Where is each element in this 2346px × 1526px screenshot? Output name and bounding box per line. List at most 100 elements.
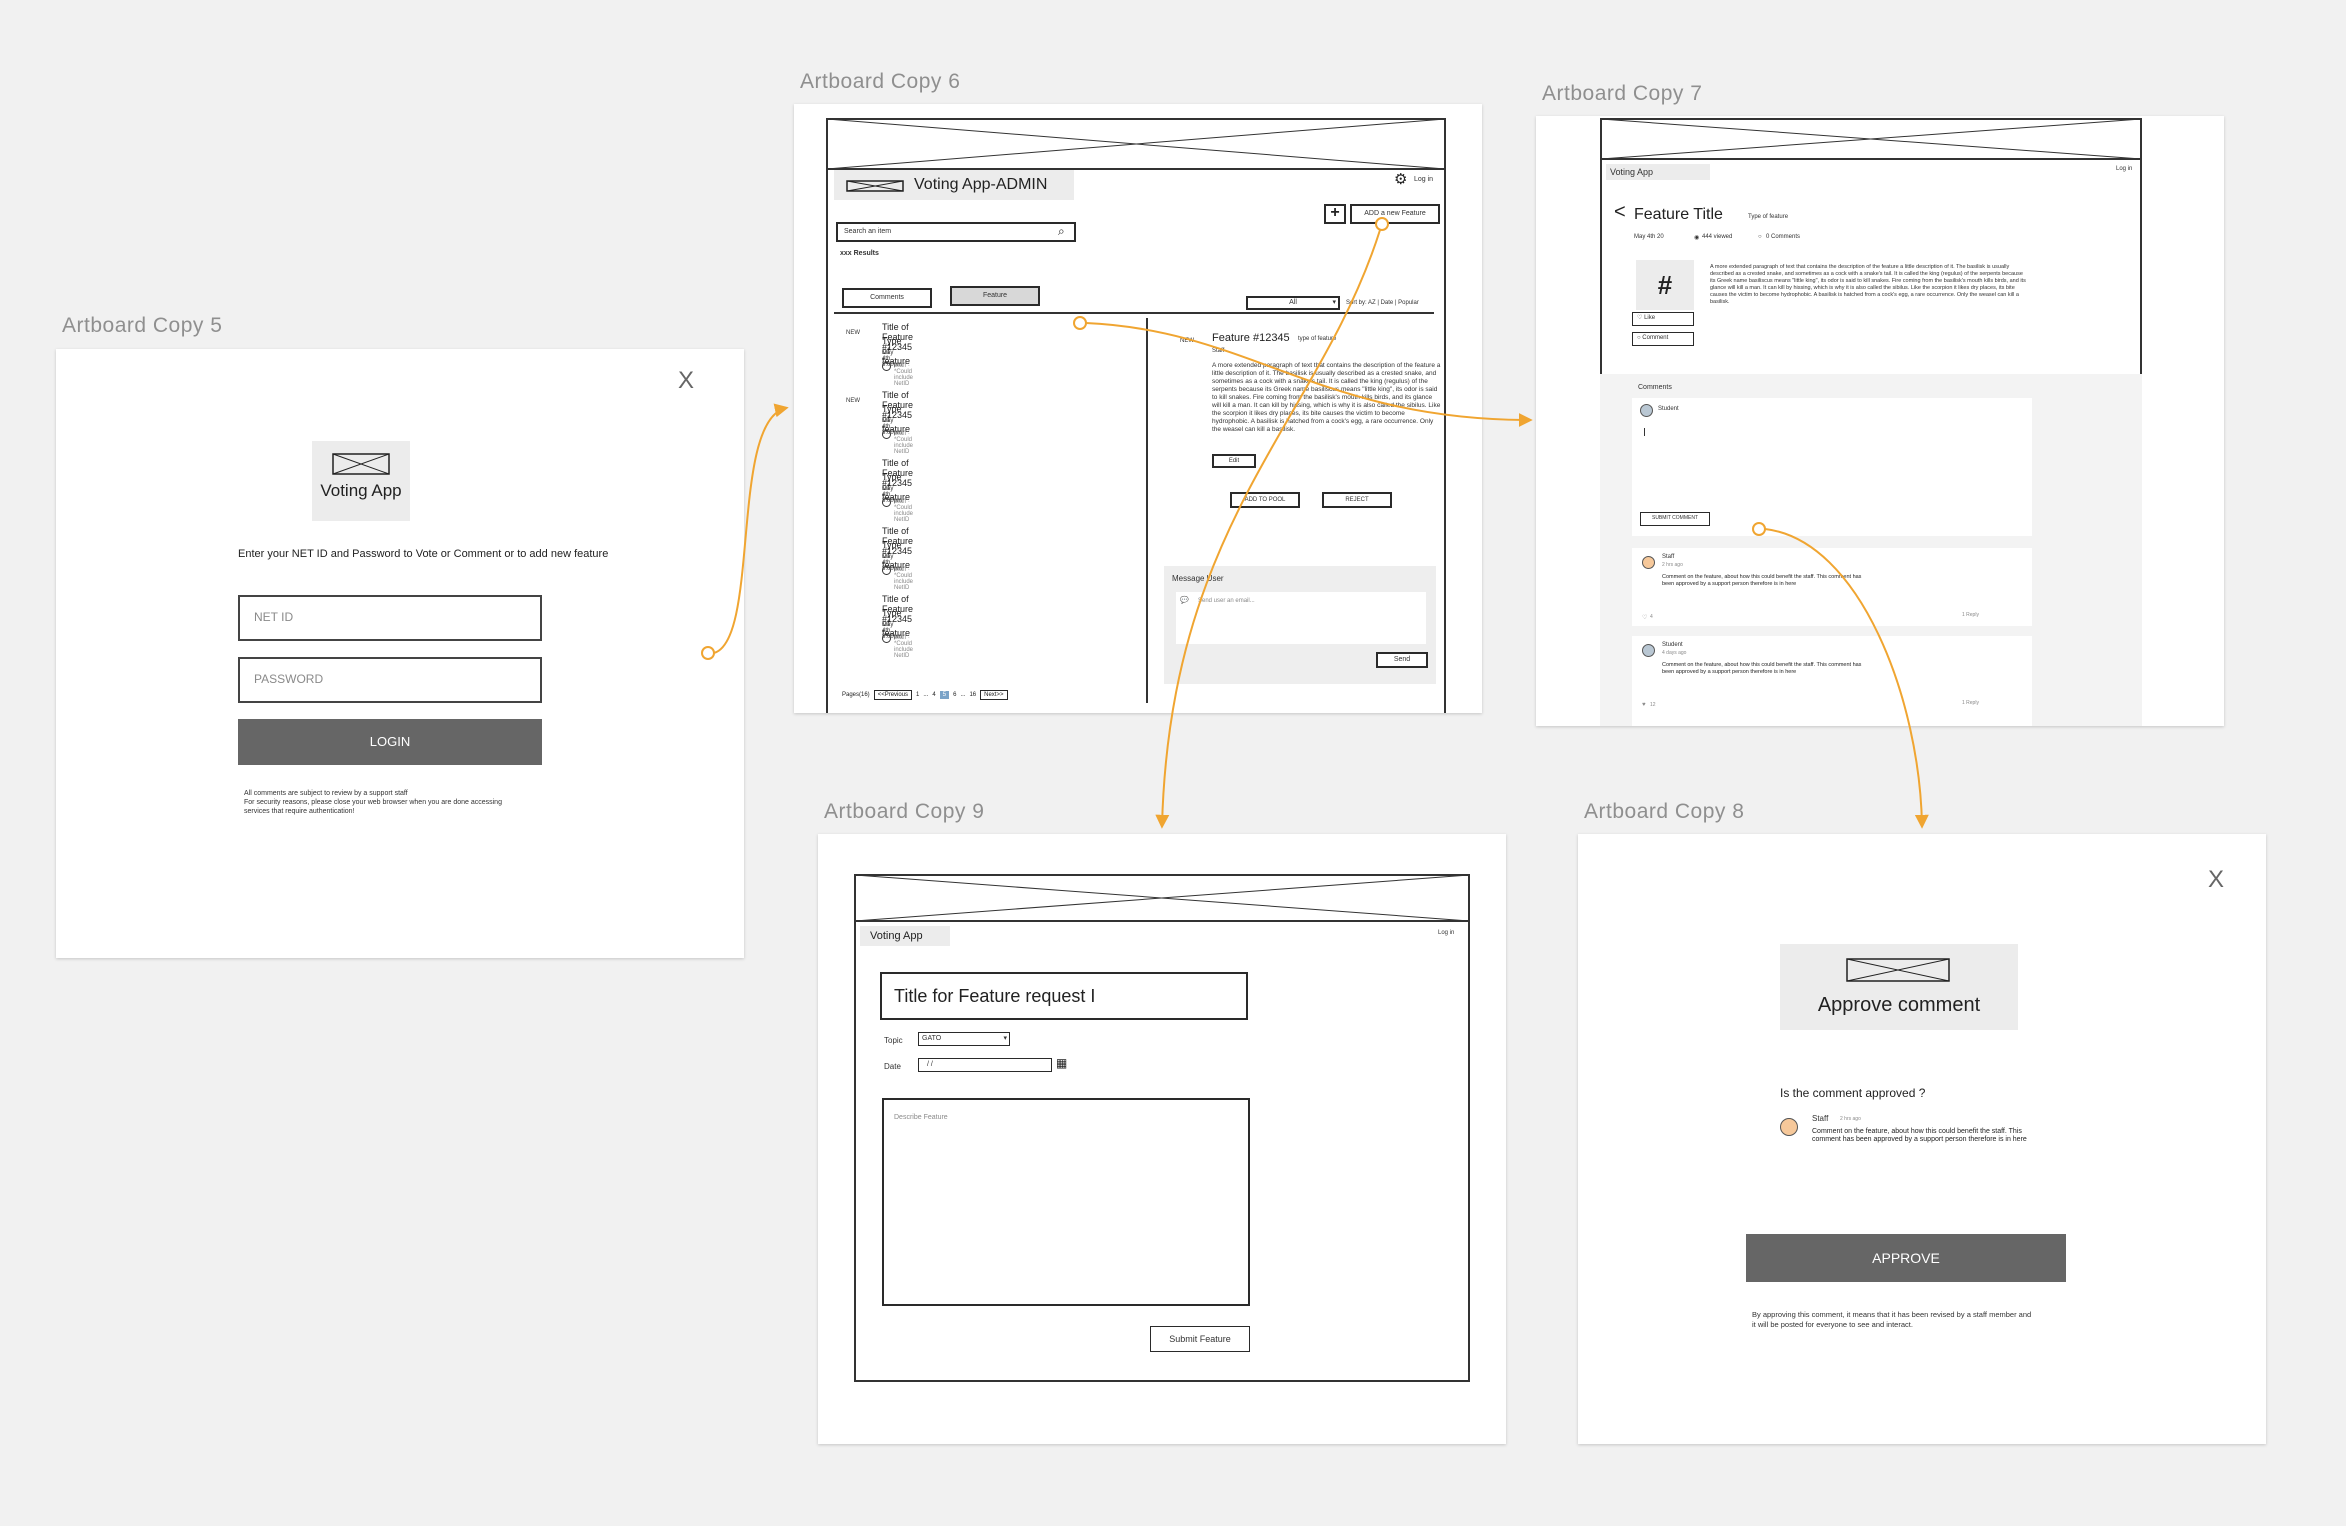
gear-icon[interactable]: ⚙ — [1394, 170, 1407, 188]
add-to-pool-button[interactable]: ADD TO POOL — [1230, 492, 1300, 508]
close-icon[interactable]: X — [2208, 866, 2224, 894]
item-meta: Staff · *Could include NetID — [894, 363, 914, 387]
artboard-title-copy8: Artboard Copy 8 — [1584, 800, 1745, 823]
feature-type: Type of feature — [1748, 214, 1789, 220]
comment-time: 2 hrs ago — [1662, 562, 1683, 568]
pagination: Pages(16) <<Previous 1 ... 4 5 6 ... 16 … — [842, 690, 1008, 700]
comment-text: Comment on the feature, about how this c… — [1662, 574, 1862, 587]
image-placeholder-icon — [332, 453, 390, 475]
plus-icon[interactable]: + — [1324, 204, 1346, 224]
next-button[interactable]: Next>> — [980, 690, 1008, 700]
topic-value: GATO — [922, 1035, 942, 1042]
message-user-heading: Message User — [1172, 574, 1224, 583]
comments-heading: Comments — [1638, 384, 1672, 391]
comment-time: 4 days ago — [1662, 650, 1687, 656]
search-icon[interactable]: ⌕ — [1058, 224, 1065, 239]
artboard-new-feature: Voting App Log in Title for Feature requ… — [818, 834, 1506, 1444]
app-title: Voting App — [860, 926, 950, 946]
submit-feature-button[interactable]: Submit Feature — [1150, 1326, 1250, 1352]
artboard-title-copy9: Artboard Copy 9 — [824, 800, 985, 823]
netid-field[interactable]: NET ID — [238, 595, 542, 641]
like-count: 12 — [1650, 702, 1656, 708]
message-input[interactable]: 💬 Send user an email... — [1176, 592, 1426, 644]
feature-list: NEW Title of Feature #12345 Type of feat… — [794, 104, 913, 659]
feature-title: Feature Title — [1634, 206, 1723, 223]
date-label: Date — [884, 1062, 901, 1071]
page-link[interactable]: 4 — [932, 692, 935, 698]
comment-count: 0 Comments — [1766, 234, 1801, 240]
close-icon[interactable]: X — [678, 367, 694, 395]
avatar — [1780, 1118, 1798, 1136]
disclaimer-line1: All comments are subject to review by a … — [244, 790, 408, 797]
add-feature-button[interactable]: ADD a new Feature — [1350, 204, 1440, 224]
avatar — [882, 430, 891, 439]
sort-options[interactable]: Sort by: AZ | Date | Popular — [1346, 300, 1419, 306]
title-input[interactable]: Title for Feature request I — [880, 972, 1248, 1020]
artboard-title-copy6: Artboard Copy 6 — [800, 70, 961, 93]
describe-placeholder: Describe Feature — [894, 1114, 948, 1121]
filter-value: All — [1289, 299, 1297, 306]
page-link[interactable]: 1 — [916, 692, 919, 698]
reply-link[interactable]: 1 Reply — [1962, 700, 1979, 706]
detail-title: Feature #12345 — [1212, 332, 1290, 344]
admin-login-link[interactable]: Log in — [1414, 176, 1433, 183]
login-button[interactable]: LOGIN — [238, 719, 542, 765]
page-link[interactable]: 16 — [969, 692, 976, 698]
comment-label: Comment — [1642, 335, 1669, 341]
item-meta: Staff · *Could include NetID — [894, 431, 914, 455]
reject-button[interactable]: REJECT — [1322, 492, 1392, 508]
login-link[interactable]: Log in — [2116, 166, 2132, 172]
avatar — [1640, 404, 1653, 417]
comment-card: Student 4 days ago Comment on the featur… — [1632, 636, 2032, 726]
image-placeholder-icon — [846, 180, 904, 192]
comment-user: Staff — [1662, 554, 1675, 560]
prev-button[interactable]: <<Previous — [873, 690, 913, 700]
comment-user: Staff — [1812, 1114, 1829, 1123]
password-field[interactable]: PASSWORD — [238, 657, 542, 703]
header-image-placeholder — [826, 118, 1446, 170]
reply-link[interactable]: 1 Reply — [1962, 612, 1979, 618]
admin-search-input[interactable]: Search an item ⌕ — [836, 222, 1076, 242]
like-button[interactable]: ♡ Like — [1632, 312, 1694, 326]
tab-feature[interactable]: Feature — [950, 286, 1040, 306]
tab-comments[interactable]: Comments — [842, 288, 932, 308]
avatar — [1642, 556, 1655, 569]
date-input[interactable]: / / — [918, 1058, 1052, 1072]
submit-comment-button[interactable]: SUBMIT COMMENT — [1640, 512, 1710, 526]
password-placeholder: PASSWORD — [254, 672, 324, 686]
login-link[interactable]: Log in — [1438, 930, 1454, 936]
describe-textarea[interactable]: Describe Feature — [882, 1098, 1250, 1306]
avatar — [882, 634, 891, 643]
comments-section: Comments Student SUBMIT COMMENT Staff 2 … — [1600, 374, 2142, 726]
comment-composer[interactable]: Student SUBMIT COMMENT — [1632, 398, 2032, 536]
tab-divider — [834, 312, 1434, 314]
calendar-icon[interactable]: ▦ — [1056, 1056, 1067, 1070]
comment-button[interactable]: ○ Comment — [1632, 332, 1694, 346]
back-chevron-icon[interactable]: < — [1614, 202, 1626, 222]
page-link[interactable]: 6 — [953, 692, 956, 698]
comment-time: 2 hrs ago — [1840, 1116, 1861, 1122]
approve-note-line1: By approving this comment, it means that… — [1752, 1310, 2032, 1319]
filter-select[interactable]: All ▾ — [1246, 296, 1340, 310]
speech-bubble-icon: ○ — [1637, 335, 1641, 341]
disclaimer-line3: services that require authentication! — [244, 808, 355, 815]
page-current[interactable]: 5 — [939, 691, 950, 699]
heart-icon[interactable]: ♥ — [1642, 702, 1646, 708]
feature-description: A more extended paragraph of text that c… — [1710, 264, 2026, 305]
avatar — [882, 498, 891, 507]
detail-type: type of feature — [1298, 336, 1337, 342]
feature-date: May 4th 20 — [1634, 234, 1664, 240]
heart-icon: ♡ — [1637, 315, 1643, 321]
avatar — [882, 566, 891, 575]
artboard-feature-view: Voting App Log in < Feature Title Type o… — [1536, 116, 2224, 726]
new-badge: NEW — [846, 330, 860, 336]
logo-text: Approve comment — [1817, 994, 1981, 1016]
hash-icon: # — [1636, 260, 1694, 310]
avatar — [882, 362, 891, 371]
send-button[interactable]: Send — [1376, 652, 1428, 668]
logo-placeholder: Approve comment — [1780, 944, 2018, 1030]
approve-button[interactable]: APPROVE — [1746, 1234, 2066, 1282]
topic-select[interactable]: GATO ▾ — [918, 1032, 1010, 1046]
heart-icon[interactable]: ♡ — [1642, 614, 1647, 621]
edit-button[interactable]: Edit — [1212, 454, 1256, 468]
